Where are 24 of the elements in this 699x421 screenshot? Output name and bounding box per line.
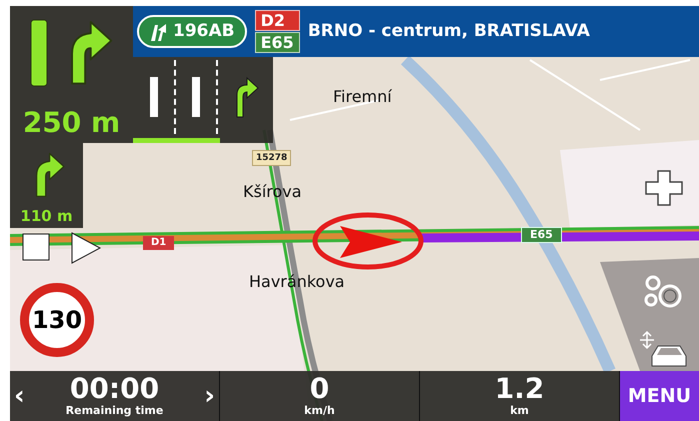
status-value: 1.2 [494, 374, 544, 404]
exit-sign: 196AB [137, 14, 247, 48]
road-number: E65 [254, 32, 300, 53]
previous-button[interactable]: ‹ [14, 383, 25, 409]
exit-ramp-icon [149, 22, 169, 40]
road-number: E65 [521, 227, 562, 243]
road-number: D1 [143, 236, 174, 250]
street-label: Firemní [333, 86, 392, 108]
straight-lane-icon [28, 18, 48, 88]
stop-icon [22, 233, 50, 261]
maneuver-distance: 250 m [22, 109, 120, 137]
status-value: 0 [310, 374, 330, 404]
road-number: D2 [254, 10, 300, 31]
destination-text: BRNO - centrum, BRATISLAVA [308, 20, 590, 43]
next-button[interactable]: › [204, 383, 215, 409]
menu-button[interactable]: MENU [620, 371, 699, 421]
next-maneuver-distance: 110 m [20, 209, 73, 224]
status-label: Remaining time [66, 404, 164, 418]
status-label: km [510, 404, 529, 418]
road-number: 15278 [252, 150, 292, 166]
status-value: 00:00 [70, 374, 160, 404]
zoom-in-icon[interactable] [645, 170, 683, 206]
status-label: km/h [304, 404, 335, 418]
play-icon [70, 232, 102, 264]
